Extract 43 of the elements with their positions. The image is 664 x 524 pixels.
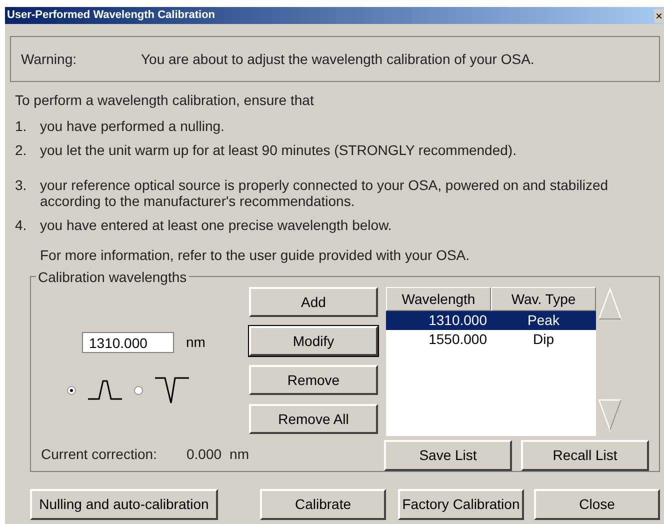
step-text: you let the unit warm up for at least 90 minutes (STRONGLY recommended). bbox=[40, 142, 516, 158]
step-text: you have entered at least one precise wavelength below. bbox=[40, 217, 392, 233]
close-button[interactable]: × bbox=[654, 8, 664, 22]
table-row[interactable]: 1550.000 Dip bbox=[386, 330, 596, 349]
button[interactable]: Factory Calibration bbox=[398, 489, 524, 520]
type-cell-text: Dip bbox=[532, 330, 555, 349]
scroll-up-icon[interactable] bbox=[598, 287, 622, 321]
wavelength-cell-text: 1550.000 bbox=[428, 330, 488, 349]
button[interactable]: Nulling and auto-calibration bbox=[30, 489, 218, 520]
column-header[interactable]: Wav. Type bbox=[491, 287, 596, 311]
button[interactable]: Add bbox=[249, 287, 378, 317]
warning-text: You are about to adjust the wavelength calibration of your OSA. bbox=[141, 50, 534, 69]
step-number: 1. bbox=[15, 118, 28, 134]
step-text: your reference optical source is properly connected to your OSA, powered on and stabilized according to the manufacturer's recommendations. bbox=[40, 177, 610, 209]
info-text: For more information, refer to the user guide provided with your OSA. bbox=[39, 247, 471, 263]
radio-button[interactable] bbox=[67, 386, 76, 394]
type-cell-text: Peak bbox=[526, 311, 560, 330]
wavelength-field[interactable]: 1310.000 bbox=[82, 332, 174, 353]
button[interactable]: Remove All bbox=[249, 404, 378, 434]
table-row[interactable]: 1310.000 Peak bbox=[386, 311, 596, 330]
button[interactable]: Remove bbox=[249, 365, 378, 395]
wavelength-cell-text: 1310.000 bbox=[428, 311, 488, 330]
button[interactable]: Modify bbox=[249, 326, 378, 356]
window-title: User-Performed Wavelength Calibration bbox=[7, 8, 216, 24]
step-number: 4. bbox=[15, 217, 28, 233]
button[interactable]: Recall List bbox=[521, 440, 649, 471]
unit-label: nm bbox=[186, 333, 206, 352]
step-number: 2. bbox=[15, 142, 28, 158]
button[interactable]: Save List bbox=[384, 440, 512, 471]
correction-label: Current correction: bbox=[41, 445, 158, 464]
peak-icon bbox=[86, 379, 124, 401]
step-number: 3. bbox=[15, 177, 28, 195]
scroll-down-icon[interactable] bbox=[598, 398, 622, 432]
correction-unit: nm bbox=[230, 445, 249, 464]
intro-text: To perform a wavelength calibration, ensure that bbox=[15, 92, 315, 108]
warning-label: Warning: bbox=[21, 50, 78, 69]
correction-value: 0.000 bbox=[186, 445, 222, 464]
button[interactable]: Calibrate bbox=[260, 489, 386, 520]
button[interactable]: Close bbox=[534, 489, 660, 520]
radio-button[interactable] bbox=[134, 386, 143, 394]
dip-icon bbox=[153, 375, 191, 405]
column-header[interactable]: Wavelength bbox=[386, 287, 491, 311]
step-text: you have performed a nulling. bbox=[40, 118, 224, 134]
